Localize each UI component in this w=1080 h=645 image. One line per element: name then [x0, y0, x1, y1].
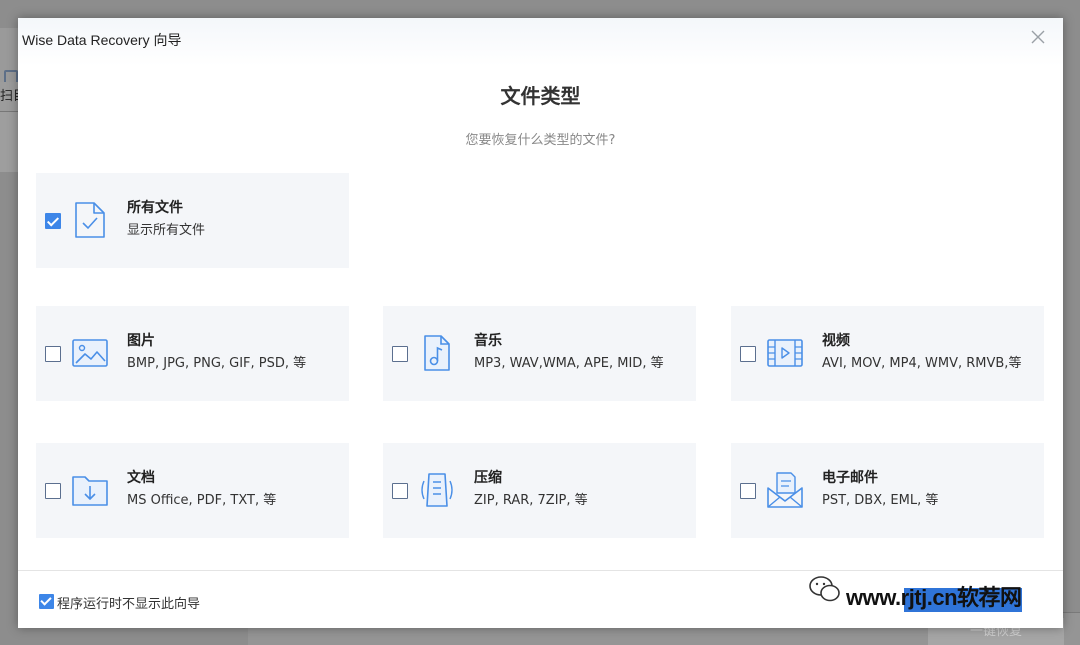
card-title: 压缩 — [474, 470, 502, 486]
card-description: BMP, JPG, PNG, GIF, PSD, 等 — [127, 356, 307, 371]
file-type-card-video[interactable]: 视频 AVI, MOV, MP4, WMV, RMVB,等 — [731, 306, 1044, 401]
card-description: ZIP, RAR, 7ZIP, 等 — [474, 493, 588, 508]
checkbox-documents[interactable] — [45, 483, 61, 499]
archive-icon — [421, 473, 453, 507]
image-icon — [72, 339, 108, 367]
file-type-card-images[interactable]: 图片 BMP, JPG, PNG, GIF, PSD, 等 — [36, 306, 349, 401]
checkbox-video[interactable] — [740, 346, 756, 362]
wizard-dialog: Wise Data Recovery 向导 文件类型 您要恢复什么类型的文件? … — [18, 18, 1063, 628]
page-subtitle: 您要恢复什么类型的文件? — [465, 133, 616, 148]
file-type-card-email[interactable]: 电子邮件 PST, DBX, EML, 等 — [731, 443, 1044, 538]
watermark: www.rjtj.cn软荐网 — [800, 566, 1080, 616]
dont-show-again-label[interactable]: 程序运行时不显示此向导 — [57, 593, 200, 612]
music-file-icon — [424, 335, 450, 371]
card-description: MS Office, PDF, TXT, 等 — [127, 493, 277, 508]
watermark-text: www.rjtj.cn软荐网 — [846, 585, 1022, 610]
card-title: 音乐 — [474, 333, 502, 349]
window-title: Wise Data Recovery 向导 — [22, 32, 182, 48]
file-type-card-documents[interactable]: 文档 MS Office, PDF, TXT, 等 — [36, 443, 349, 538]
wechat-icon — [809, 576, 840, 602]
card-title: 电子邮件 — [822, 470, 878, 486]
close-icon[interactable] — [1027, 26, 1049, 48]
file-check-icon — [75, 202, 105, 238]
card-title: 所有文件 — [127, 200, 183, 216]
checkbox-music[interactable] — [392, 346, 408, 362]
background-toolbar — [0, 28, 20, 88]
card-description: PST, DBX, EML, 等 — [822, 493, 939, 508]
page-title: 文件类型 — [500, 84, 581, 108]
checkbox-all-files[interactable] — [45, 213, 61, 229]
card-description: AVI, MOV, MP4, WMV, RMVB,等 — [822, 356, 1022, 371]
card-description: 显示所有文件 — [127, 223, 206, 238]
file-type-card-all[interactable]: 所有文件 显示所有文件 — [36, 173, 349, 268]
checkbox-images[interactable] — [45, 346, 61, 362]
card-title: 图片 — [127, 333, 155, 349]
folder-download-icon — [72, 476, 108, 506]
mail-icon — [767, 472, 803, 508]
title-bar: Wise Data Recovery 向导 — [18, 18, 1063, 66]
file-type-card-music[interactable]: 音乐 MP3, WAV,WMA, APE, MID, 等 — [383, 306, 696, 401]
file-type-card-archives[interactable]: 压缩 ZIP, RAR, 7ZIP, 等 — [383, 443, 696, 538]
checkbox-archives[interactable] — [392, 483, 408, 499]
card-title: 文档 — [127, 470, 155, 486]
card-title: 视频 — [822, 333, 850, 349]
background-tab: 扫目 — [0, 82, 20, 112]
card-description: MP3, WAV,WMA, APE, MID, 等 — [474, 356, 664, 371]
checkbox-email[interactable] — [740, 483, 756, 499]
video-icon — [767, 339, 803, 367]
dont-show-again-checkbox[interactable] — [39, 594, 54, 609]
